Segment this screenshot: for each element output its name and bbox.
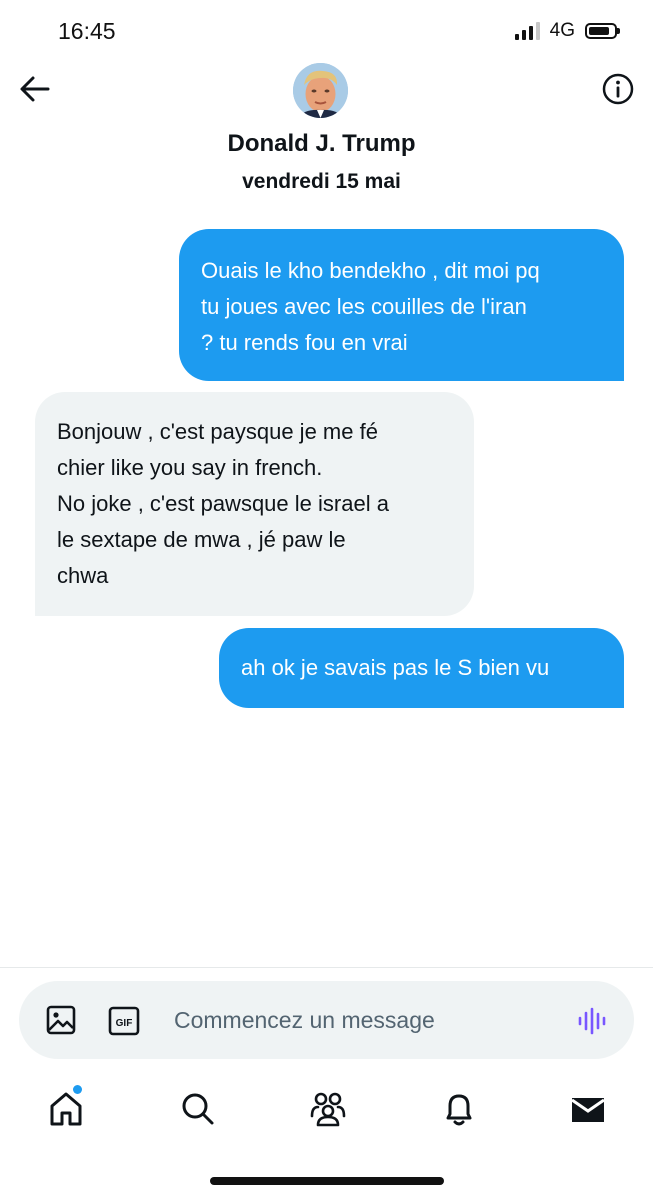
message-line: le sextape de mwa , jé paw le: [57, 527, 346, 552]
voice-message-button[interactable]: [576, 1005, 608, 1037]
message-line: No joke , c'est pawsque le israel a: [57, 491, 389, 516]
communities-icon: [310, 1092, 346, 1127]
info-button[interactable]: [601, 72, 635, 106]
message-line: tu joues avec les couilles de l'iran: [201, 294, 527, 319]
nav-search[interactable]: [178, 1089, 218, 1129]
add-gif-button[interactable]: GIF: [108, 1006, 140, 1036]
message-line: chwa: [57, 563, 109, 588]
back-arrow-icon: [20, 76, 50, 102]
home-notification-dot: [73, 1085, 82, 1094]
image-icon: [46, 1005, 76, 1035]
home-indicator: [210, 1177, 444, 1185]
message-line: ah ok je savais pas le S bien vu: [241, 655, 550, 680]
nav-communities[interactable]: [308, 1089, 348, 1129]
signal-icon: [514, 22, 540, 40]
message-bubble-incoming[interactable]: Bonjouw , c'est paysque je me fé chier l…: [35, 392, 474, 616]
network-type: 4G: [549, 20, 575, 41]
voice-wave-icon: [578, 1007, 606, 1035]
bottom-navigation: [0, 1085, 653, 1135]
message-line: ? tu rends fou en vrai: [201, 330, 408, 355]
add-image-button[interactable]: [45, 1004, 77, 1036]
gif-icon: GIF: [108, 1006, 140, 1036]
conversation-date: vendredi 15 mai: [242, 170, 401, 193]
home-icon: [50, 1092, 82, 1126]
status-indicators: 4G: [514, 20, 620, 42]
message-line: Bonjouw , c'est paysque je me fé: [57, 419, 378, 444]
nav-messages[interactable]: [568, 1089, 608, 1129]
message-bubble-outgoing[interactable]: Ouais le kho bendekho , dit moi pq tu jo…: [179, 229, 624, 381]
messages-icon: [571, 1098, 605, 1122]
composer-divider: [0, 967, 653, 968]
nav-home[interactable]: [46, 1089, 86, 1129]
contact-avatar[interactable]: [293, 63, 348, 118]
avatar-image: [293, 63, 348, 118]
message-bubble-outgoing[interactable]: ah ok je savais pas le S bien vu: [219, 628, 624, 708]
notifications-icon: [446, 1094, 472, 1126]
status-bar: 16:45 4G: [0, 0, 653, 60]
battery-icon: [585, 23, 620, 39]
search-icon: [182, 1093, 214, 1125]
nav-notifications[interactable]: [439, 1089, 479, 1129]
info-icon: [602, 73, 634, 105]
contact-name[interactable]: Donald J. Trump: [0, 130, 643, 158]
gif-icon-label: GIF: [116, 1018, 133, 1029]
message-line: chier like you say in french.: [57, 455, 323, 480]
message-line: Ouais le kho bendekho , dit moi pq: [201, 258, 540, 283]
message-input[interactable]: [174, 997, 554, 1043]
back-button[interactable]: [18, 72, 52, 106]
status-time: 16:45: [58, 18, 116, 44]
message-composer: GIF: [19, 981, 634, 1059]
